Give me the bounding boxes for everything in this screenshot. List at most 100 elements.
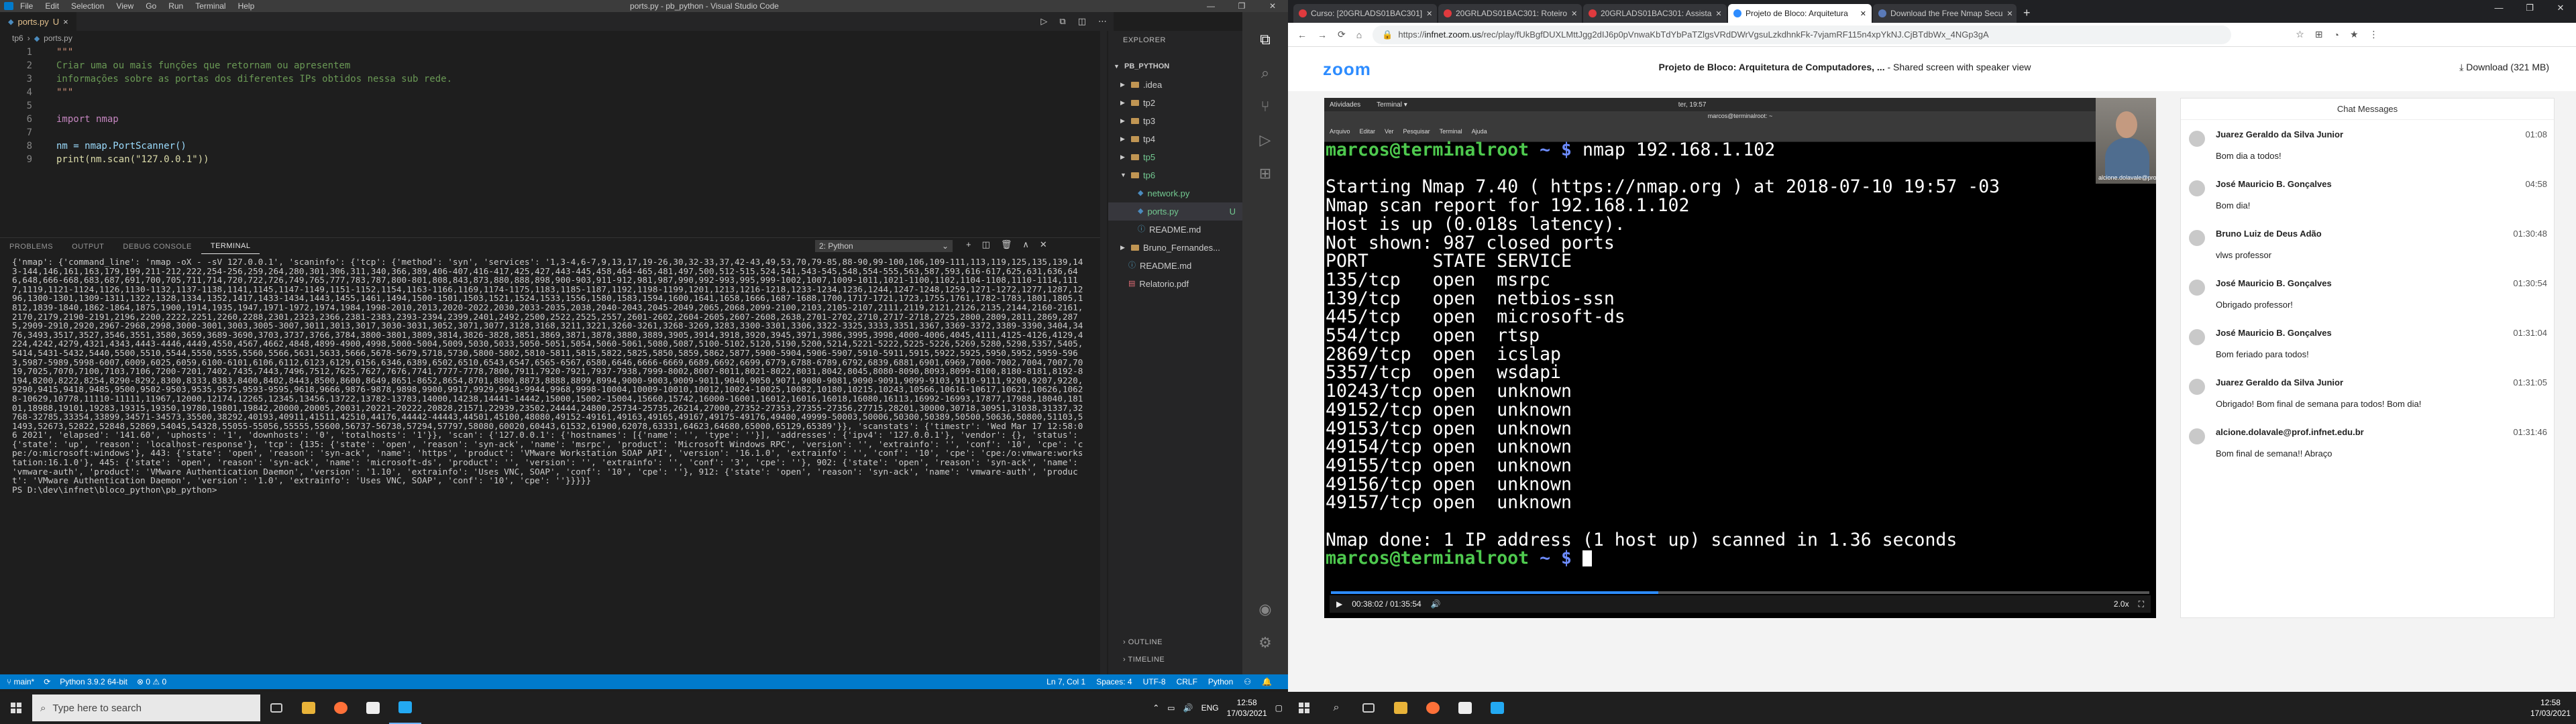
back-icon[interactable]: ← [1297, 29, 1307, 40]
terminal-output[interactable]: {'nmap': {'command_line': 'nmap -oX - -s… [12, 257, 1085, 673]
notifications-icon[interactable]: ▢ [1275, 703, 1283, 713]
clock[interactable]: 12:58 17/03/2021 [1227, 697, 1267, 719]
zoom-logo[interactable]: zoom [1323, 59, 1371, 80]
tree-item[interactable]: ▶ tp4 [1108, 130, 1242, 148]
close-button[interactable]: ✕ [1257, 0, 1288, 12]
home-icon[interactable]: ⌂ [1356, 29, 1362, 40]
download-button[interactable]: ⤓ Download (321 MB) [2459, 62, 2549, 73]
scrollbar[interactable] [1100, 31, 1107, 674]
more-actions-icon[interactable]: ⋯ [1098, 16, 1107, 27]
menu-terminal[interactable]: Terminal [195, 1, 225, 11]
menu-help[interactable]: Help [238, 1, 255, 11]
browser-menu-icon[interactable]: ⋮ [2369, 29, 2379, 40]
tree-item[interactable]: ▶ tp2 [1108, 94, 1242, 112]
tree-item[interactable]: ◆ ports.py U [1108, 202, 1242, 221]
run-debug-icon[interactable]: ▷ [1260, 131, 1271, 149]
close-panel-icon[interactable]: ✕ [1040, 239, 1047, 250]
search-icon[interactable]: ⌕ [1320, 692, 1352, 724]
video-player[interactable]: Atividades Terminal ▾ ter, 19:57 marcos@… [1324, 98, 2156, 618]
line-endings[interactable]: CRLF [1177, 677, 1197, 686]
volume-icon[interactable]: 🔊 [1431, 599, 1441, 609]
reload-icon[interactable]: ⟳ [1338, 29, 1346, 40]
source-control-icon[interactable]: ⑂ [1260, 98, 1269, 115]
git-branch[interactable]: ⑂ main* [7, 677, 34, 686]
encoding[interactable]: UTF-8 [1143, 677, 1166, 686]
close-tab-icon[interactable]: ✕ [1860, 9, 1866, 18]
terminal-select[interactable]: 2: Python ⌄ [815, 240, 953, 252]
browser-tab-active[interactable]: Projeto de Bloco: Arquitetura ✕ [1728, 4, 1872, 23]
browser-tab[interactable]: 20GRLADS01BAC301: Roteiro ✕ [1438, 4, 1582, 23]
tree-item[interactable]: ◆ network.py [1108, 184, 1242, 202]
browser-tab[interactable]: Download the Free Nmap Secu ✕ [1873, 4, 2017, 23]
split-editor-icon[interactable]: ◫ [1078, 16, 1086, 27]
tab-terminal[interactable]: TERMINAL [201, 239, 260, 254]
task-view-icon[interactable] [1352, 692, 1385, 724]
minimize-button[interactable]: — [1195, 0, 1226, 12]
tab-output[interactable]: OUTPUT [62, 243, 113, 251]
bell-icon[interactable]: 🔔 [1262, 677, 1272, 686]
fullscreen-icon[interactable]: ⛶ [2139, 599, 2144, 609]
file-explorer-icon[interactable] [1385, 692, 1417, 724]
maximize-button[interactable]: ❐ [2514, 0, 2545, 16]
breadcrumb-folder[interactable]: tp6 [12, 34, 23, 43]
address-bar[interactable]: 🔒 https://infnet.zoom.us/rec/play/fUkBgf… [1373, 25, 2232, 44]
maximize-button[interactable]: ❐ [1226, 0, 1257, 12]
vscode-taskbar-icon[interactable] [389, 692, 421, 724]
tree-item[interactable]: ▶ tp5 [1108, 148, 1242, 166]
file-explorer-icon[interactable] [292, 692, 325, 724]
play-icon[interactable]: ▶ [1336, 599, 1342, 609]
bookmark-star-icon[interactable]: ☆ [2296, 29, 2304, 40]
maximize-panel-icon[interactable]: ∧ [1022, 239, 1029, 250]
language-mode[interactable]: Python [1208, 677, 1233, 686]
start-button[interactable] [0, 692, 32, 724]
menu-selection[interactable]: Selection [71, 1, 104, 11]
tree-item[interactable]: ⓘ README.md [1108, 257, 1242, 275]
feedback-icon[interactable]: ⚇ [1244, 677, 1251, 686]
extensions-icon[interactable]: ⊞ [1259, 165, 1271, 182]
breadcrumb-file[interactable]: ports.py [44, 34, 72, 43]
playback-speed[interactable]: 2.0x [2114, 599, 2129, 609]
network-icon[interactable]: ▭ [1167, 703, 1175, 713]
notion-icon[interactable] [357, 692, 389, 724]
menu-run[interactable]: Run [168, 1, 183, 11]
start-button[interactable] [1288, 692, 1320, 724]
task-view-icon[interactable] [260, 692, 292, 724]
forward-icon[interactable]: → [1318, 29, 1327, 40]
settings-gear-icon[interactable]: ⚙ [1258, 634, 1272, 652]
tray-up-icon[interactable]: ⌃ [1152, 703, 1159, 713]
tree-item[interactable]: ⓘ README.md [1108, 221, 1242, 239]
tree-root[interactable]: ▼ PB_PYTHON [1108, 58, 1242, 76]
close-tab-icon[interactable]: ✕ [2006, 9, 2012, 18]
close-tab-icon[interactable]: ✕ [1426, 9, 1432, 18]
indentation[interactable]: Spaces: 4 [1096, 677, 1132, 686]
split-terminal-icon[interactable]: ◫ [982, 239, 990, 250]
open-changes-icon[interactable]: ⧉ [1059, 16, 1065, 27]
clock[interactable]: 12:58 17/03/2021 [2530, 697, 2571, 719]
new-terminal-icon[interactable]: + [966, 239, 971, 250]
run-file-icon[interactable]: ▷ [1040, 16, 1047, 27]
trash-icon[interactable]: 🗑 [1001, 239, 1012, 250]
close-tab-icon[interactable]: ✕ [1571, 9, 1577, 18]
problems-count[interactable]: ⊗ 0 ⚠ 0 [137, 677, 166, 686]
python-interpreter[interactable]: Python 3.9.2 64-bit [60, 677, 127, 686]
notion-icon[interactable] [1449, 692, 1481, 724]
menu-view[interactable]: View [116, 1, 133, 11]
search-icon[interactable]: ⌕ [1261, 64, 1269, 82]
taskbar-search[interactable]: ⌕ Type here to search [32, 695, 260, 721]
firefox-icon[interactable] [1417, 692, 1449, 724]
sync-icon[interactable]: ⟳ [44, 677, 50, 686]
cursor-position[interactable]: Ln 7, Col 1 [1046, 677, 1085, 686]
tab-problems[interactable]: PROBLEMS [0, 243, 62, 251]
tree-item[interactable]: ▶ Bruno_Fernandes... [1108, 239, 1242, 257]
tree-item[interactable]: ▶ tp3 [1108, 112, 1242, 130]
tree-item[interactable]: ▼ tp6 [1108, 166, 1242, 184]
profile-icon[interactable]: ◔ [2334, 29, 2339, 40]
tab-ports-py[interactable]: ◆ ports.py U × [0, 12, 76, 31]
close-tab-icon[interactable]: ✕ [1715, 9, 1721, 18]
volume-icon[interactable]: 🔊 [1183, 703, 1193, 713]
extensions-icon[interactable]: ⊞ [2315, 29, 2323, 40]
outline-section[interactable]: › OUTLINE [1123, 638, 1163, 646]
tree-item[interactable]: ▤ Relatorio.pdf [1108, 275, 1242, 293]
video-progress-bar[interactable] [1331, 591, 2149, 594]
tab-debug-console[interactable]: DEBUG CONSOLE [113, 243, 201, 251]
